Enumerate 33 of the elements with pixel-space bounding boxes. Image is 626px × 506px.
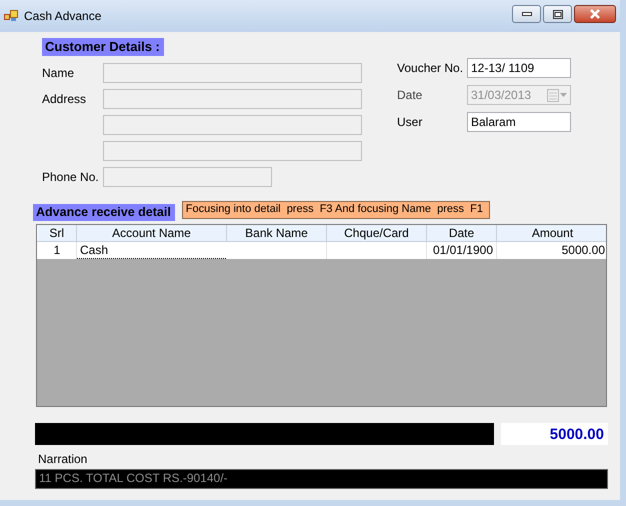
calendar-icon: [547, 88, 559, 102]
field-label: Date: [397, 88, 424, 102]
total-amount: 5000.00: [501, 423, 608, 445]
maximize-icon: [552, 10, 562, 18]
table-cell: 1: [38, 242, 76, 258]
column-header[interactable]: Amount: [496, 225, 606, 242]
maximize-button[interactable]: [543, 5, 572, 23]
close-icon: [589, 9, 601, 19]
input-field[interactable]: Balaram: [467, 112, 571, 132]
minimize-icon: [522, 12, 532, 16]
field-label: Voucher No.: [397, 61, 464, 75]
narration-field[interactable]: 11 PCS. TOTAL COST RS.-90140/-: [35, 469, 608, 489]
field-label: Address: [42, 92, 86, 106]
column-header[interactable]: Chque/Card: [326, 225, 426, 242]
app-icon: [4, 10, 18, 22]
column-header[interactable]: Account Name: [76, 225, 226, 242]
field-label: User: [397, 115, 424, 129]
table-cell: 01/01/1900: [426, 242, 496, 258]
minimize-button[interactable]: [512, 5, 541, 23]
section-heading: Advance receive detail: [33, 204, 175, 221]
section-heading: Customer Details :: [42, 38, 164, 56]
window-title: Cash Advance: [24, 9, 102, 23]
input-field[interactable]: 12-13/ 1109: [467, 58, 571, 78]
hint-banner: Focusing into detail press F3 And focusing Name press F1: [182, 201, 490, 219]
dropdown-arrow-icon: [560, 93, 567, 97]
table-cell: 5000.00: [496, 242, 606, 258]
field-label: Name: [42, 66, 74, 80]
field-label: Phone No.: [42, 170, 99, 184]
column-header[interactable]: Date: [426, 225, 496, 242]
column-header[interactable]: Bank Name: [226, 225, 326, 242]
field-label: Narration: [38, 452, 88, 466]
column-header[interactable]: Srl: [38, 225, 76, 242]
close-button[interactable]: [574, 5, 616, 23]
